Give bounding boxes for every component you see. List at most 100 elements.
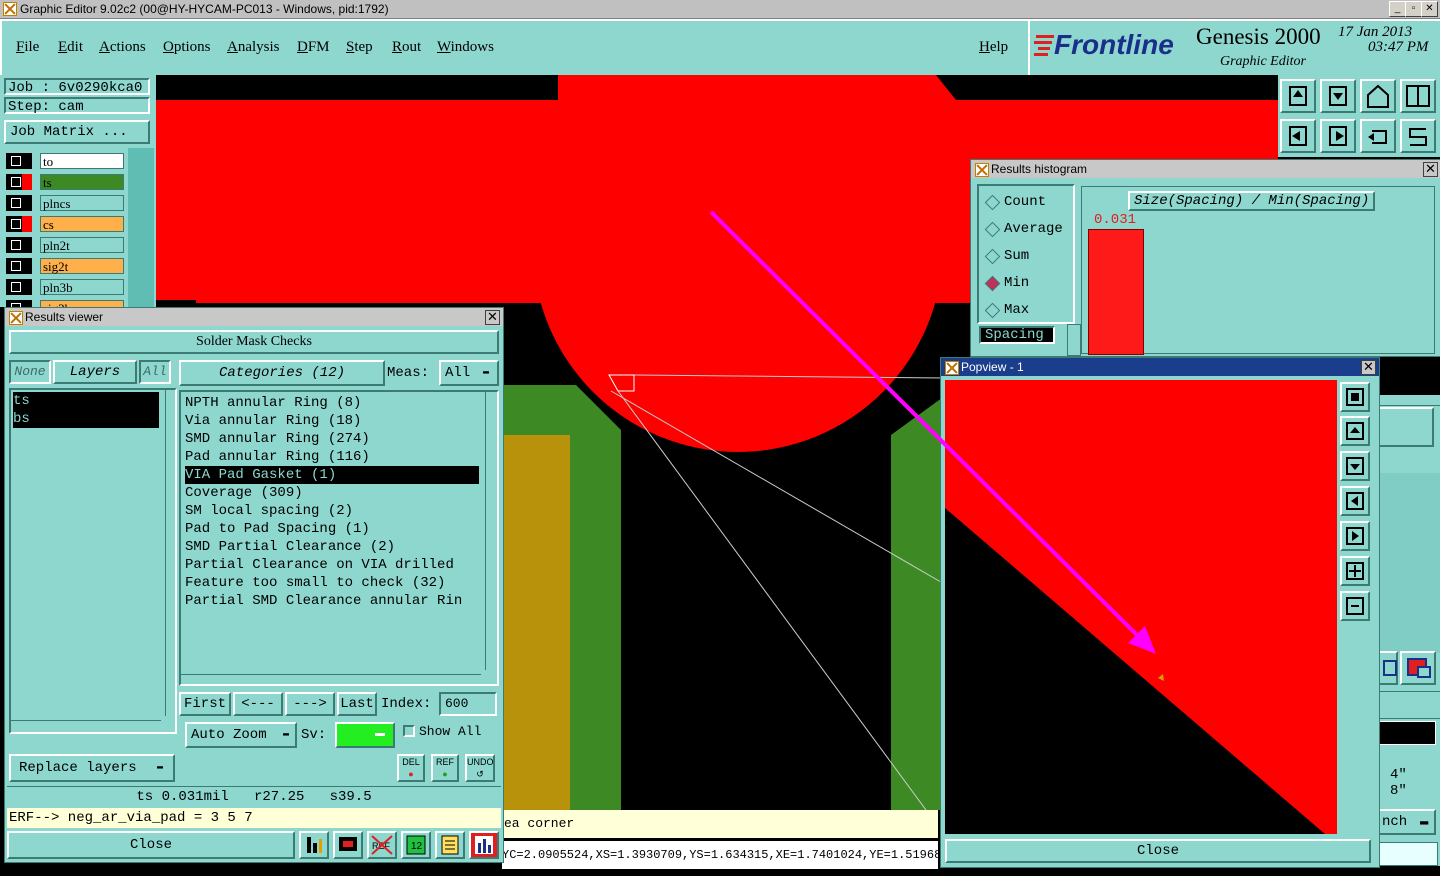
layer-list-vscroll[interactable] <box>165 390 176 716</box>
histogram-field[interactable]: Spacing <box>979 326 1055 344</box>
category-list-hscroll[interactable] <box>181 674 481 685</box>
menu-help[interactable]: Help <box>979 39 1008 56</box>
category-item[interactable]: SMD Partial Clearance (2) <box>185 538 479 556</box>
report-icon[interactable] <box>299 831 329 859</box>
split-view-button[interactable] <box>1400 79 1436 113</box>
layer-checkbox[interactable] <box>6 195 32 211</box>
category-item[interactable]: Via annular Ring (18) <box>185 412 479 430</box>
undo-view-button[interactable] <box>1360 119 1396 153</box>
category-item[interactable]: NPTH annular Ring (8) <box>185 394 479 412</box>
ref-button[interactable]: REF ● <box>431 754 459 782</box>
layers-none-button[interactable]: None <box>9 360 51 384</box>
zoom-home-button[interactable] <box>1280 79 1316 113</box>
popview-canvas[interactable] <box>945 380 1337 834</box>
monitor-icon[interactable] <box>333 831 363 859</box>
home-icon[interactable] <box>1360 79 1396 113</box>
menu-windows[interactable]: Windows <box>437 39 494 56</box>
results-close-button[interactable]: Close <box>7 831 295 859</box>
unit-selector[interactable]: nch ▬ <box>1378 809 1436 835</box>
layer-checkbox[interactable] <box>6 216 32 232</box>
right-panel-area <box>1378 473 1440 653</box>
menu-file[interactable]: File <box>16 39 39 56</box>
layer-row-pln3b[interactable]: pln3b <box>6 279 124 295</box>
popview-pan-left-button[interactable] <box>1340 486 1370 516</box>
pan-left-button[interactable] <box>1280 119 1316 153</box>
menu-rout[interactable]: Rout <box>392 39 421 56</box>
close-window-button[interactable]: ✕ <box>1421 1 1438 17</box>
popview-close-x-button[interactable]: ✕ <box>1361 360 1376 375</box>
menu-actions[interactable]: Actions <box>99 39 146 56</box>
delete-button[interactable]: DEL ● <box>397 754 425 782</box>
layer-checkbox[interactable] <box>6 174 32 190</box>
notes-icon[interactable] <box>435 831 465 859</box>
maximize-button[interactable]: ▫ <box>1405 1 1422 17</box>
zoom-down-button[interactable] <box>1320 79 1356 113</box>
menu-dfm[interactable]: DFM <box>297 39 330 56</box>
histogram-icon[interactable] <box>469 831 499 859</box>
auto-zoom-selector[interactable]: Auto Zoom ▬ <box>185 722 297 748</box>
layer-row-to[interactable]: to <box>6 153 124 169</box>
histogram-bar[interactable] <box>1088 229 1144 355</box>
first-button[interactable]: First <box>179 692 231 716</box>
category-item[interactable]: SM local spacing (2) <box>185 502 479 520</box>
layer-list-hscroll[interactable] <box>11 720 161 731</box>
layer-row-pln2t[interactable]: pln2t <box>6 237 124 253</box>
menu-options[interactable]: Options <box>163 39 211 56</box>
layer-checkbox[interactable] <box>6 279 32 295</box>
show-all-checkbox[interactable] <box>403 725 415 737</box>
category-item[interactable]: Pad to Pad Spacing (1) <box>185 520 479 538</box>
sequence-icon[interactable]: 12 <box>401 831 431 859</box>
category-item[interactable]: Partial SMD Clearance annular Rin <box>185 592 479 610</box>
popview-expand-button[interactable] <box>1340 556 1370 586</box>
layer-checkbox[interactable] <box>6 237 32 253</box>
prev-button[interactable]: <--- <box>233 692 283 716</box>
popview-zoom-fit-button[interactable] <box>1340 382 1370 412</box>
right-tool-a[interactable] <box>1378 651 1398 685</box>
ref-delete-icon[interactable]: REF <box>367 831 397 859</box>
layer-scroll-strip[interactable] <box>128 148 154 308</box>
severity-selector[interactable]: ▬ <box>335 722 395 748</box>
right-scroll[interactable] <box>1378 395 1440 406</box>
popview-zoom-in-button[interactable] <box>1340 416 1370 446</box>
categories-button[interactable]: Categories (12) <box>179 360 385 386</box>
menu-edit[interactable]: Edit <box>58 39 83 56</box>
minimize-button[interactable]: _ <box>1389 1 1406 17</box>
menu-analysis[interactable]: Analysis <box>227 39 280 56</box>
category-item[interactable]: Partial Clearance on VIA drilled <box>185 556 479 574</box>
results-viewer-close-x-button[interactable]: ✕ <box>485 310 500 325</box>
undo-button[interactable]: UNDO ↺ <box>465 754 495 782</box>
histogram-field-scroll[interactable] <box>1067 324 1081 356</box>
category-item[interactable]: Pad annular Ring (116) <box>185 448 479 466</box>
last-button[interactable]: Last <box>337 692 377 716</box>
category-item[interactable]: Coverage (309) <box>185 484 479 502</box>
layers-all-button[interactable]: All <box>139 360 171 384</box>
layer-toggle-icon[interactable] <box>1400 651 1436 685</box>
category-list-vscroll[interactable] <box>485 392 498 670</box>
popview-close-button[interactable]: Close <box>945 839 1371 863</box>
popview-zoom-out-button[interactable] <box>1340 451 1370 481</box>
meas-selector[interactable]: All ▬ <box>439 360 499 386</box>
pan-right-button[interactable] <box>1320 119 1356 153</box>
layer-row-plncs[interactable]: plncs <box>6 195 124 211</box>
popview-pan-right-button[interactable] <box>1340 521 1370 551</box>
result-layer-bs[interactable]: bs <box>13 410 159 428</box>
replace-layers-selector[interactable]: Replace layers ▬ <box>9 754 175 782</box>
layer-checkbox[interactable] <box>6 258 32 274</box>
result-layer-ts[interactable]: ts <box>13 392 159 410</box>
histogram-close-button[interactable]: ✕ <box>1423 162 1438 177</box>
layers-toggle-button[interactable]: Layers <box>53 360 137 384</box>
redraw-button[interactable] <box>1400 119 1436 153</box>
next-button[interactable]: ---> <box>285 692 335 716</box>
category-item[interactable]: VIA Pad Gasket (1) <box>185 466 479 484</box>
job-matrix-button[interactable]: Job Matrix ... <box>4 120 150 144</box>
layer-row-sig2t[interactable]: sig2t <box>6 258 124 274</box>
popview-shrink-button[interactable] <box>1340 591 1370 621</box>
category-item[interactable]: SMD annular Ring (274) <box>185 430 479 448</box>
layer-row-cs[interactable]: cs <box>6 216 124 232</box>
menu-step[interactable]: Step <box>346 39 373 56</box>
layer-checkbox[interactable] <box>6 153 32 169</box>
right-input-field[interactable] <box>1378 842 1438 866</box>
category-item[interactable]: Feature too small to check (32) <box>185 574 479 592</box>
layer-row-ts[interactable]: ts <box>6 174 124 190</box>
index-input[interactable]: 600 <box>439 692 497 716</box>
